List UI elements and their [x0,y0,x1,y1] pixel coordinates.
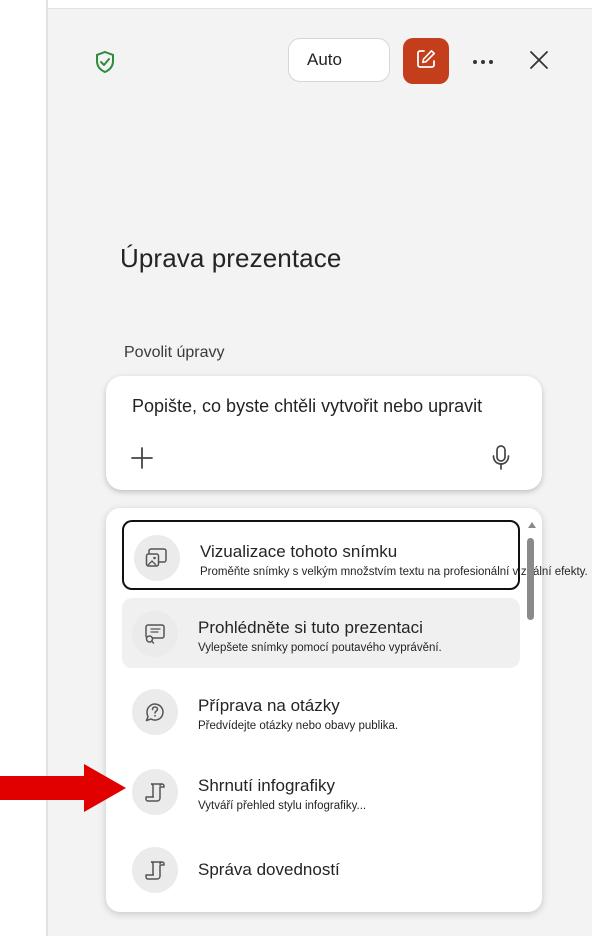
red-arrow-annotation [0,764,126,812]
enable-edits-label: Povolit úpravy [124,344,225,361]
menu-item-infographic-summary[interactable]: Shrnutí infografiky Vytváří přehled styl… [122,756,520,826]
suggestions-menu: Vizualizace tohoto snímku Proměňte snímk… [106,508,588,912]
image-slide-icon [134,535,180,581]
menu-item-prepare-questions[interactable]: Příprava na otázky Předvídejte otázky ne… [122,676,520,746]
menu-item-description: Předvídejte otázky nebo obavy publika. [198,720,399,732]
top-divider [48,0,592,9]
menu-item-description: Vylepšete snímky pomocí poutavého vypráv… [198,642,442,654]
scroll-icon [132,769,178,815]
new-edit-button[interactable] [403,38,449,84]
menu-item-visualize-slide[interactable]: Vizualizace tohoto snímku Proměňte snímk… [122,520,588,590]
copilot-panel: Auto Úprava prezentace Povolit úpravy Po… [46,0,592,936]
scroll-icon [132,847,178,893]
scrollbar-thumb[interactable] [527,538,534,620]
more-horizontal-icon [472,52,494,70]
plus-icon[interactable] [130,446,154,470]
slide-review-icon [132,611,178,657]
question-chat-icon [132,689,178,735]
menu-item-manage-skills[interactable]: Správa dovedností [122,834,520,904]
mode-label: Auto [307,50,342,69]
shield-check-icon[interactable] [94,50,116,74]
scroll-up-arrow[interactable] [528,522,536,528]
prompt-input-box[interactable]: Popište, co byste chtěli vytvořit nebo u… [106,376,542,490]
close-button[interactable] [526,49,552,75]
menu-item-title: Vizualizace tohoto snímku [200,542,398,561]
menu-item-title: Prohlédněte si tuto prezentaci [198,618,423,637]
close-icon [529,50,549,75]
microphone-icon[interactable] [491,444,511,472]
more-options-button[interactable] [468,48,498,74]
menu-item-description: Vytváří přehled stylu infografiky... [198,800,367,812]
menu-item-title: Shrnutí infografiky [198,776,336,795]
prompt-input[interactable]: Popište, co byste chtěli vytvořit nebo u… [132,396,482,417]
panel-title: Úprava prezentace [120,243,342,273]
edit-icon [415,48,437,75]
menu-item-review-presentation[interactable]: Prohlédněte si tuto prezentaci Vylepšete… [122,598,520,668]
menu-item-title: Správa dovedností [198,860,340,879]
menu-item-title: Příprava na otázky [198,696,340,715]
mode-select-button[interactable]: Auto [288,38,390,82]
